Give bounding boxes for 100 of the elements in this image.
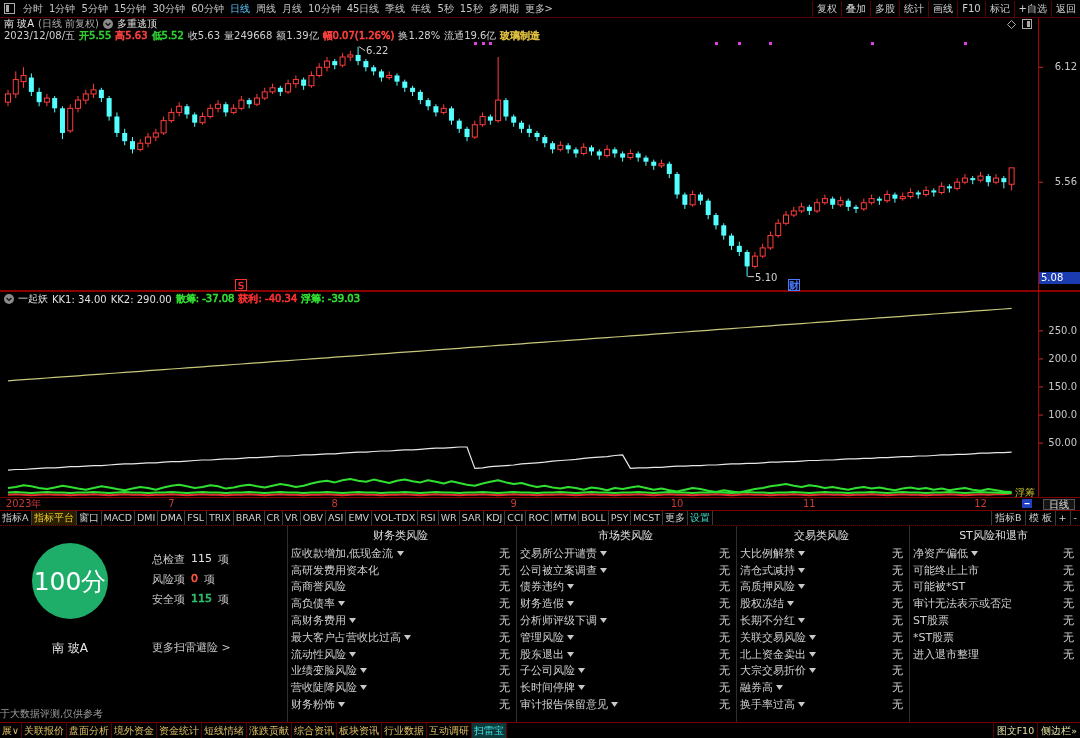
category-title: 财务类风险 bbox=[372, 528, 429, 544]
risk-item: 管理风险 bbox=[520, 629, 564, 645]
annotation: 6.22 bbox=[366, 44, 389, 56]
stat-unit: 项 bbox=[204, 572, 215, 587]
risk-item: 高质押风险 bbox=[740, 579, 795, 595]
indicator-title: 一起妖 bbox=[18, 292, 48, 306]
risk-result: 无 bbox=[892, 663, 903, 679]
risk-item: 可能被*ST bbox=[913, 579, 966, 595]
risk-item: 最大客户占营收比过高 bbox=[291, 629, 401, 645]
risk-result: 无 bbox=[499, 680, 510, 696]
score-badge: 100分 bbox=[32, 543, 108, 619]
risk-result: 无 bbox=[499, 613, 510, 629]
chart-mode: (日线 前复权) bbox=[38, 17, 99, 31]
risk-result: 无 bbox=[892, 596, 903, 612]
risk-item: 融券高 bbox=[740, 680, 773, 696]
chart-marker: S bbox=[235, 279, 247, 291]
category-title: ST风险和退市 bbox=[958, 528, 1029, 544]
risk-item: 交易所公开谴责 bbox=[520, 545, 597, 561]
axis-label: 12 bbox=[974, 498, 987, 510]
quote-field: 开5.55 bbox=[79, 29, 112, 43]
stat-value: 0 bbox=[191, 572, 198, 587]
risk-result: 无 bbox=[719, 596, 730, 612]
price-marker: 5.08 bbox=[1039, 272, 1080, 284]
axis-label: 50.00 bbox=[1048, 437, 1077, 450]
risk-result: 无 bbox=[892, 613, 903, 629]
risk-result: 无 bbox=[892, 629, 903, 645]
risk-item: 股东退出 bbox=[520, 646, 564, 662]
stat-label: 总检查 bbox=[152, 552, 185, 567]
axis-label: 6.12 bbox=[1054, 61, 1077, 74]
risk-result: 无 bbox=[499, 579, 510, 595]
risk-item: 高负债率 bbox=[291, 596, 335, 612]
quote-field: 幅0.07(1.26%) bbox=[322, 29, 395, 43]
risk-item: 财务粉饰 bbox=[291, 697, 335, 713]
axis-label: 100.0 bbox=[1048, 409, 1077, 422]
risk-result: 无 bbox=[719, 579, 730, 595]
quote-field: 额1.39亿 bbox=[276, 29, 319, 43]
risk-item: 财务造假 bbox=[520, 596, 564, 612]
risk-item: 高商誉风险 bbox=[291, 579, 346, 595]
risk-result: 无 bbox=[499, 596, 510, 612]
risk-item: 长期不分红 bbox=[740, 613, 795, 629]
risk-result: 无 bbox=[499, 545, 510, 561]
stat-value: 115 bbox=[191, 552, 212, 567]
category-title: 市场类风险 bbox=[596, 528, 654, 544]
risk-result: 无 bbox=[499, 629, 510, 645]
risk-result: 无 bbox=[719, 663, 730, 679]
price-callout: 5.10 bbox=[747, 271, 778, 283]
risk-result: 无 bbox=[499, 697, 510, 713]
axis-label: 11 bbox=[802, 498, 816, 510]
risk-item: 业绩变脸风险 bbox=[291, 663, 357, 679]
quote-field: 高5.63 bbox=[115, 29, 148, 43]
risk-result: 无 bbox=[892, 697, 903, 713]
quote-field: 低5.52 bbox=[151, 29, 184, 43]
quote-field: 量249668 bbox=[224, 29, 273, 43]
risk-item: 股权冻结 bbox=[740, 596, 784, 612]
axis-label: 200.0 bbox=[1048, 352, 1077, 365]
axis-label: 150.0 bbox=[1048, 380, 1077, 393]
risk-item: 流动性风险 bbox=[291, 646, 346, 662]
risk-item: 公司被立案调查 bbox=[520, 562, 597, 578]
axis-label: 5.56 bbox=[1054, 176, 1077, 189]
legend-reading: KK1: 34.00 bbox=[52, 293, 107, 305]
risk-result: 无 bbox=[1063, 629, 1074, 645]
risk-item: 应收款增加,低现金流 bbox=[291, 545, 394, 561]
risk-item: 高研发费用资本化 bbox=[291, 562, 379, 578]
stat-value: 115 bbox=[191, 592, 212, 607]
axis-label: 9 bbox=[510, 498, 517, 510]
risk-result: 无 bbox=[1063, 646, 1074, 662]
risk-item: 审计报告保留意见 bbox=[520, 697, 608, 713]
risk-result: 无 bbox=[719, 680, 730, 696]
risk-item: 审计无法表示或否定 bbox=[913, 596, 1012, 612]
quote-field: 2023/12/08/五 bbox=[4, 29, 75, 43]
risk-result: 无 bbox=[1063, 613, 1074, 629]
risk-item: 长时间停牌 bbox=[520, 680, 575, 696]
risk-item: 子公司风险 bbox=[520, 663, 575, 679]
risk-result: 无 bbox=[499, 663, 510, 679]
risk-item: 分析师评级下调 bbox=[520, 613, 597, 629]
stat-label: 安全项 bbox=[152, 592, 185, 607]
legend-reading: 散筹: -37.08 bbox=[175, 292, 235, 306]
risk-item: 大宗交易折价 bbox=[740, 663, 806, 679]
disclaimer-text: 于大数据评测,仅供参考 bbox=[0, 707, 105, 721]
line-end-label: 浮筹 bbox=[1014, 487, 1035, 498]
risk-result: 无 bbox=[892, 545, 903, 561]
risk-result: 无 bbox=[892, 646, 903, 662]
legend-reading: 获利: -40.34 bbox=[238, 292, 298, 306]
risk-result: 无 bbox=[719, 697, 730, 713]
risk-item: 高财务费用 bbox=[291, 613, 346, 629]
risk-result: 无 bbox=[892, 579, 903, 595]
risk-result: 无 bbox=[499, 562, 510, 578]
risk-result: 无 bbox=[719, 545, 730, 561]
stat-unit: 项 bbox=[218, 552, 229, 567]
risk-item: 北上资金卖出 bbox=[740, 646, 806, 662]
stat-label: 风险项 bbox=[152, 572, 185, 587]
category-title: 交易类风险 bbox=[793, 528, 850, 544]
risk-item: 营收陡降风险 bbox=[291, 680, 357, 696]
quote-field: 玻璃制造 bbox=[500, 29, 541, 43]
price-callout: 6.22 bbox=[358, 44, 389, 56]
risk-item: 可能终止上市 bbox=[913, 562, 979, 578]
risk-item: 清仓式减持 bbox=[740, 562, 795, 578]
legend-reading: KK2: 290.00 bbox=[110, 293, 172, 305]
risk-item: 大比例解禁 bbox=[740, 545, 795, 561]
risk-result: 无 bbox=[719, 629, 730, 645]
